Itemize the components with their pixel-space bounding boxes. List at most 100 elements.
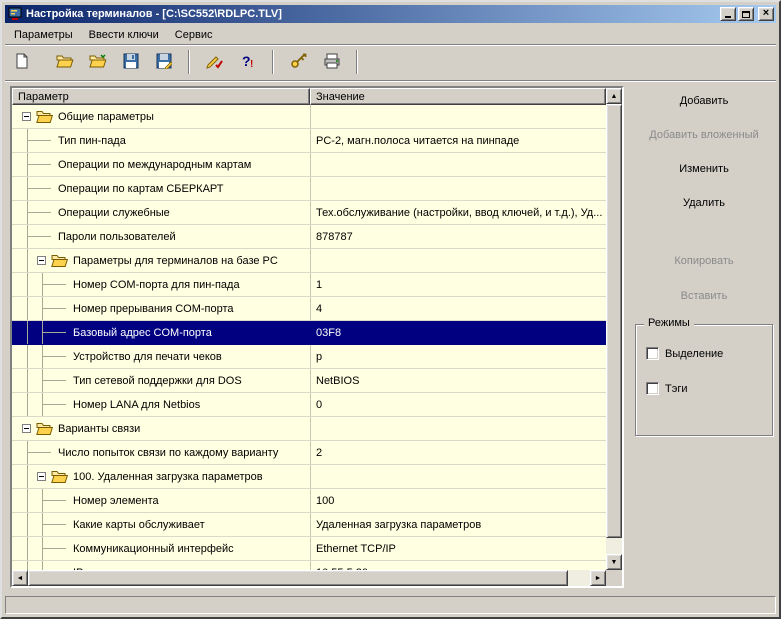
- highlight-checkbox[interactable]: [646, 347, 659, 360]
- expand-collapse-toggle[interactable]: [35, 472, 50, 481]
- param-label: Тип сетевой поддержки для DOS: [73, 374, 242, 387]
- scroll-down-button[interactable]: ▼: [606, 554, 622, 570]
- param-value: [310, 153, 606, 176]
- expand-collapse-toggle[interactable]: [20, 424, 35, 433]
- open-file-icon: [55, 54, 74, 71]
- tags-checkbox[interactable]: [646, 382, 659, 395]
- param-value: [310, 465, 606, 488]
- parameter-table: Параметр Значение Общие параметры Тип пин…: [10, 86, 624, 588]
- table-row[interactable]: Устройство для печати чеков p: [12, 345, 606, 369]
- param-value: 878787: [310, 225, 606, 248]
- table-row-group[interactable]: Параметры для терминалов на базе PC: [12, 249, 606, 273]
- open-file-edit-icon: [88, 53, 107, 71]
- copy-button: Копировать: [634, 250, 774, 272]
- param-value: 10.55.5.20: [310, 561, 606, 570]
- table-row[interactable]: Пароли пользователей 878787: [12, 225, 606, 249]
- maximize-button[interactable]: [738, 7, 754, 21]
- param-value: [310, 249, 606, 272]
- keys-button[interactable]: [285, 49, 312, 75]
- toolbar: ? !: [8, 47, 363, 77]
- tags-checkbox-row[interactable]: Тэги: [646, 382, 688, 395]
- edit-button[interactable]: Изменить: [634, 158, 774, 180]
- table-row[interactable]: Операции служебные Тех.обслуживание (наст…: [12, 201, 606, 225]
- scroll-left-button[interactable]: ◄: [12, 570, 28, 586]
- help-button[interactable]: ? !: [234, 49, 261, 75]
- table-row-group[interactable]: Варианты связи: [12, 417, 606, 441]
- highlight-checkbox-row[interactable]: Выделение: [646, 347, 723, 360]
- new-document-button[interactable]: [8, 49, 35, 75]
- param-cell: Варианты связи: [12, 417, 310, 440]
- table-row-group[interactable]: Общие параметры: [12, 105, 606, 129]
- menu-enter-keys[interactable]: Ввести ключи: [81, 27, 167, 43]
- tree-guide-line: [20, 249, 35, 272]
- param-label: Базовый адрес COM-порта: [73, 326, 212, 339]
- column-header-value[interactable]: Значение: [310, 88, 606, 105]
- add-button[interactable]: Добавить: [634, 90, 774, 112]
- tree-branch-line: [20, 201, 56, 224]
- table-row[interactable]: Тип пин-пада PC-2, магн.полоса читается н…: [12, 129, 606, 153]
- horizontal-scroll-thumb[interactable]: [28, 570, 568, 586]
- table-row[interactable]: IP-адрес хоста10.55.5.20: [12, 561, 606, 570]
- column-header-param[interactable]: Параметр: [12, 88, 310, 105]
- close-button[interactable]: ×: [758, 7, 774, 21]
- table-row-group[interactable]: 100. Удаленная загрузка параметров: [12, 465, 606, 489]
- param-label: Коммуникационный интерфейс: [73, 542, 234, 555]
- vertical-scroll-track[interactable]: [606, 104, 622, 554]
- table-row[interactable]: Число попыток связи по каждому варианту 2: [12, 441, 606, 465]
- minimize-icon: [725, 16, 731, 18]
- param-label: Параметры для терминалов на базе PC: [73, 254, 278, 267]
- save-as-button[interactable]: [150, 49, 177, 75]
- table-row[interactable]: Какие карты обслуживает Удаленная загрузк…: [12, 513, 606, 537]
- param-value: 2: [310, 441, 606, 464]
- param-value: 4: [310, 297, 606, 320]
- horizontal-scrollbar[interactable]: ◄ ►: [12, 570, 606, 586]
- open-file-edit-button[interactable]: [84, 49, 111, 75]
- table-row[interactable]: Номер элемента 100: [12, 489, 606, 513]
- table-row[interactable]: Номер прерывания COM-порта 4: [12, 297, 606, 321]
- param-label: Пароли пользователей: [58, 230, 176, 243]
- param-value: [310, 417, 606, 440]
- menu-toolbar-divider: [5, 44, 776, 46]
- param-value: 0: [310, 393, 606, 416]
- menu-service[interactable]: Сервис: [167, 27, 221, 43]
- horizontal-scroll-track[interactable]: [28, 570, 590, 586]
- scroll-up-button[interactable]: ▲: [606, 88, 622, 104]
- vertical-scroll-thumb[interactable]: [606, 104, 622, 538]
- tree-guide-line: [20, 369, 35, 392]
- param-cell: Тип пин-пада: [12, 129, 310, 152]
- expand-collapse-toggle[interactable]: [20, 112, 35, 121]
- tree-branch-line: [35, 513, 71, 536]
- param-label: 100. Удаленная загрузка параметров: [73, 470, 263, 483]
- validate-button[interactable]: [201, 49, 228, 75]
- delete-button[interactable]: Удалить: [634, 192, 774, 214]
- table-row[interactable]: Операции по картам СБЕРКАРТ: [12, 177, 606, 201]
- svg-text:!: !: [250, 59, 253, 69]
- table-row[interactable]: Номер LANA для Netbios 0: [12, 393, 606, 417]
- table-row[interactable]: Тип сетевой поддержки для DOS NetBIOS: [12, 369, 606, 393]
- table-row[interactable]: Базовый адрес COM-порта 03F8: [12, 321, 606, 345]
- minus-box-icon: [22, 112, 31, 121]
- tree-branch-line: [35, 273, 71, 296]
- minimize-button[interactable]: [720, 7, 736, 21]
- table-row[interactable]: Коммуникационный интерфейс Ethernet TCP/I…: [12, 537, 606, 561]
- tree-guide-line: [20, 489, 35, 512]
- param-cell: Коммуникационный интерфейс: [12, 537, 310, 560]
- table-row[interactable]: Номер COM-порта для пин-пада 1: [12, 273, 606, 297]
- vertical-scrollbar[interactable]: ▲ ▼: [606, 88, 622, 570]
- print-button[interactable]: [318, 49, 345, 75]
- app-icon[interactable]: [7, 6, 23, 22]
- save-button[interactable]: [117, 49, 144, 75]
- menu-parameters[interactable]: Параметры: [6, 27, 81, 43]
- expand-collapse-toggle[interactable]: [35, 256, 50, 265]
- toolbar-content-divider: [5, 80, 776, 82]
- param-cell: Тип сетевой поддержки для DOS: [12, 369, 310, 392]
- titlebar[interactable]: Настройка терминалов - [C:\SC552\RDLPC.T…: [5, 5, 776, 23]
- open-file-button[interactable]: [51, 49, 78, 75]
- save-icon: [123, 53, 139, 72]
- param-cell: Пароли пользователей: [12, 225, 310, 248]
- param-label: Операции по международным картам: [58, 158, 252, 171]
- param-value: Тех.обслуживание (настройки, ввод ключей…: [310, 201, 606, 224]
- scroll-right-button[interactable]: ►: [590, 570, 606, 586]
- param-value: Удаленная загрузка параметров: [310, 513, 606, 536]
- table-row[interactable]: Операции по международным картам: [12, 153, 606, 177]
